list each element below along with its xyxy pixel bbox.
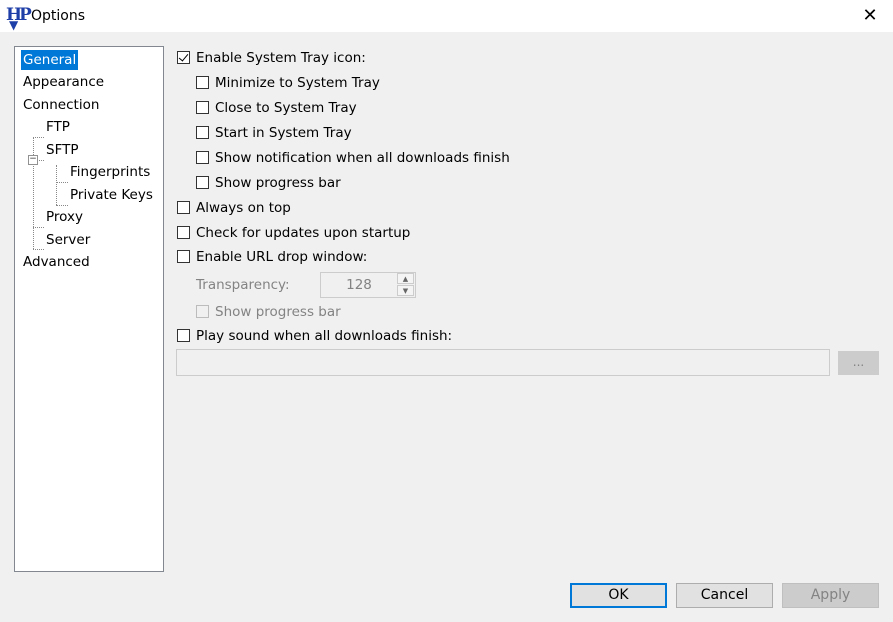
app-logo-icon: HP ▼ — [6, 5, 32, 32]
tree-connector — [33, 137, 44, 138]
checkbox-box[interactable] — [196, 176, 209, 189]
tree-item-sftp[interactable]: SFTP — [44, 140, 80, 160]
cancel-button[interactable]: Cancel — [676, 583, 773, 608]
tree-item-connection[interactable]: Connection — [21, 95, 101, 115]
checkbox-box[interactable] — [196, 126, 209, 139]
checkbox-box[interactable] — [196, 151, 209, 164]
checkbox-label: Close to System Tray — [215, 100, 357, 116]
transparency-label: Transparency: — [196, 277, 290, 293]
checkbox-box[interactable] — [196, 76, 209, 89]
ok-button[interactable]: OK — [570, 583, 667, 608]
spin-down-icon[interactable]: ▼ — [397, 285, 414, 296]
checkbox-box[interactable] — [196, 305, 209, 318]
checkbox-box[interactable] — [177, 226, 190, 239]
sound-path-input[interactable] — [176, 349, 830, 376]
transparency-value[interactable]: 128 — [321, 273, 397, 297]
checkbox-label: Play sound when all downloads finish: — [196, 328, 453, 344]
checkbox-label: Show notification when all downloads fin… — [215, 150, 510, 166]
spinner-buttons: ▲ ▼ — [397, 273, 415, 297]
window-title: Options — [31, 8, 86, 24]
checkbox-label: Minimize to System Tray — [215, 75, 380, 91]
apply-button[interactable]: Apply — [782, 583, 879, 608]
tree-connector — [33, 249, 44, 250]
tree-connector — [33, 227, 44, 228]
checkbox-box[interactable] — [177, 51, 190, 64]
tree-item-fingerprints[interactable]: Fingerprints — [68, 162, 152, 182]
options-content: − General Appearance Connection FTP SFTP… — [0, 32, 893, 622]
browse-button[interactable]: ... — [838, 351, 879, 375]
checkbox-label: Show progress bar — [215, 304, 341, 320]
checkbox-label: Start in System Tray — [215, 125, 352, 141]
tree-item-appearance[interactable]: Appearance — [21, 72, 106, 92]
tree-item-private-keys[interactable]: Private Keys — [68, 185, 155, 205]
tree-connector — [39, 160, 44, 161]
tree-connector — [56, 165, 57, 205]
checkbox-label: Enable System Tray icon: — [196, 50, 366, 66]
checkbox-label: Show progress bar — [215, 175, 341, 191]
checkbox-label: Enable URL drop window: — [196, 249, 368, 265]
checkbox-label: Check for updates upon startup — [196, 225, 411, 241]
transparency-spinner[interactable]: 128 ▲ ▼ — [320, 272, 416, 298]
tree-item-advanced[interactable]: Advanced — [21, 252, 92, 272]
checkbox-box[interactable] — [177, 250, 190, 263]
tree-item-server[interactable]: Server — [44, 230, 92, 250]
spin-up-icon[interactable]: ▲ — [397, 273, 414, 284]
title-bar: HP ▼ Options ✕ — [0, 0, 893, 32]
tree-item-ftp[interactable]: FTP — [44, 117, 72, 137]
tree-item-proxy[interactable]: Proxy — [44, 207, 85, 227]
collapse-icon[interactable]: − — [28, 155, 38, 165]
checkbox-box[interactable] — [196, 101, 209, 114]
close-icon[interactable]: ✕ — [847, 0, 893, 32]
options-tree[interactable]: − General Appearance Connection FTP SFTP… — [14, 46, 164, 572]
tree-connector — [56, 205, 68, 206]
checkbox-label: Always on top — [196, 200, 291, 216]
checkbox-box[interactable] — [177, 329, 190, 342]
tree-item-general[interactable]: General — [21, 50, 79, 70]
checkbox-box[interactable] — [177, 201, 190, 214]
tree-connector — [56, 182, 68, 183]
